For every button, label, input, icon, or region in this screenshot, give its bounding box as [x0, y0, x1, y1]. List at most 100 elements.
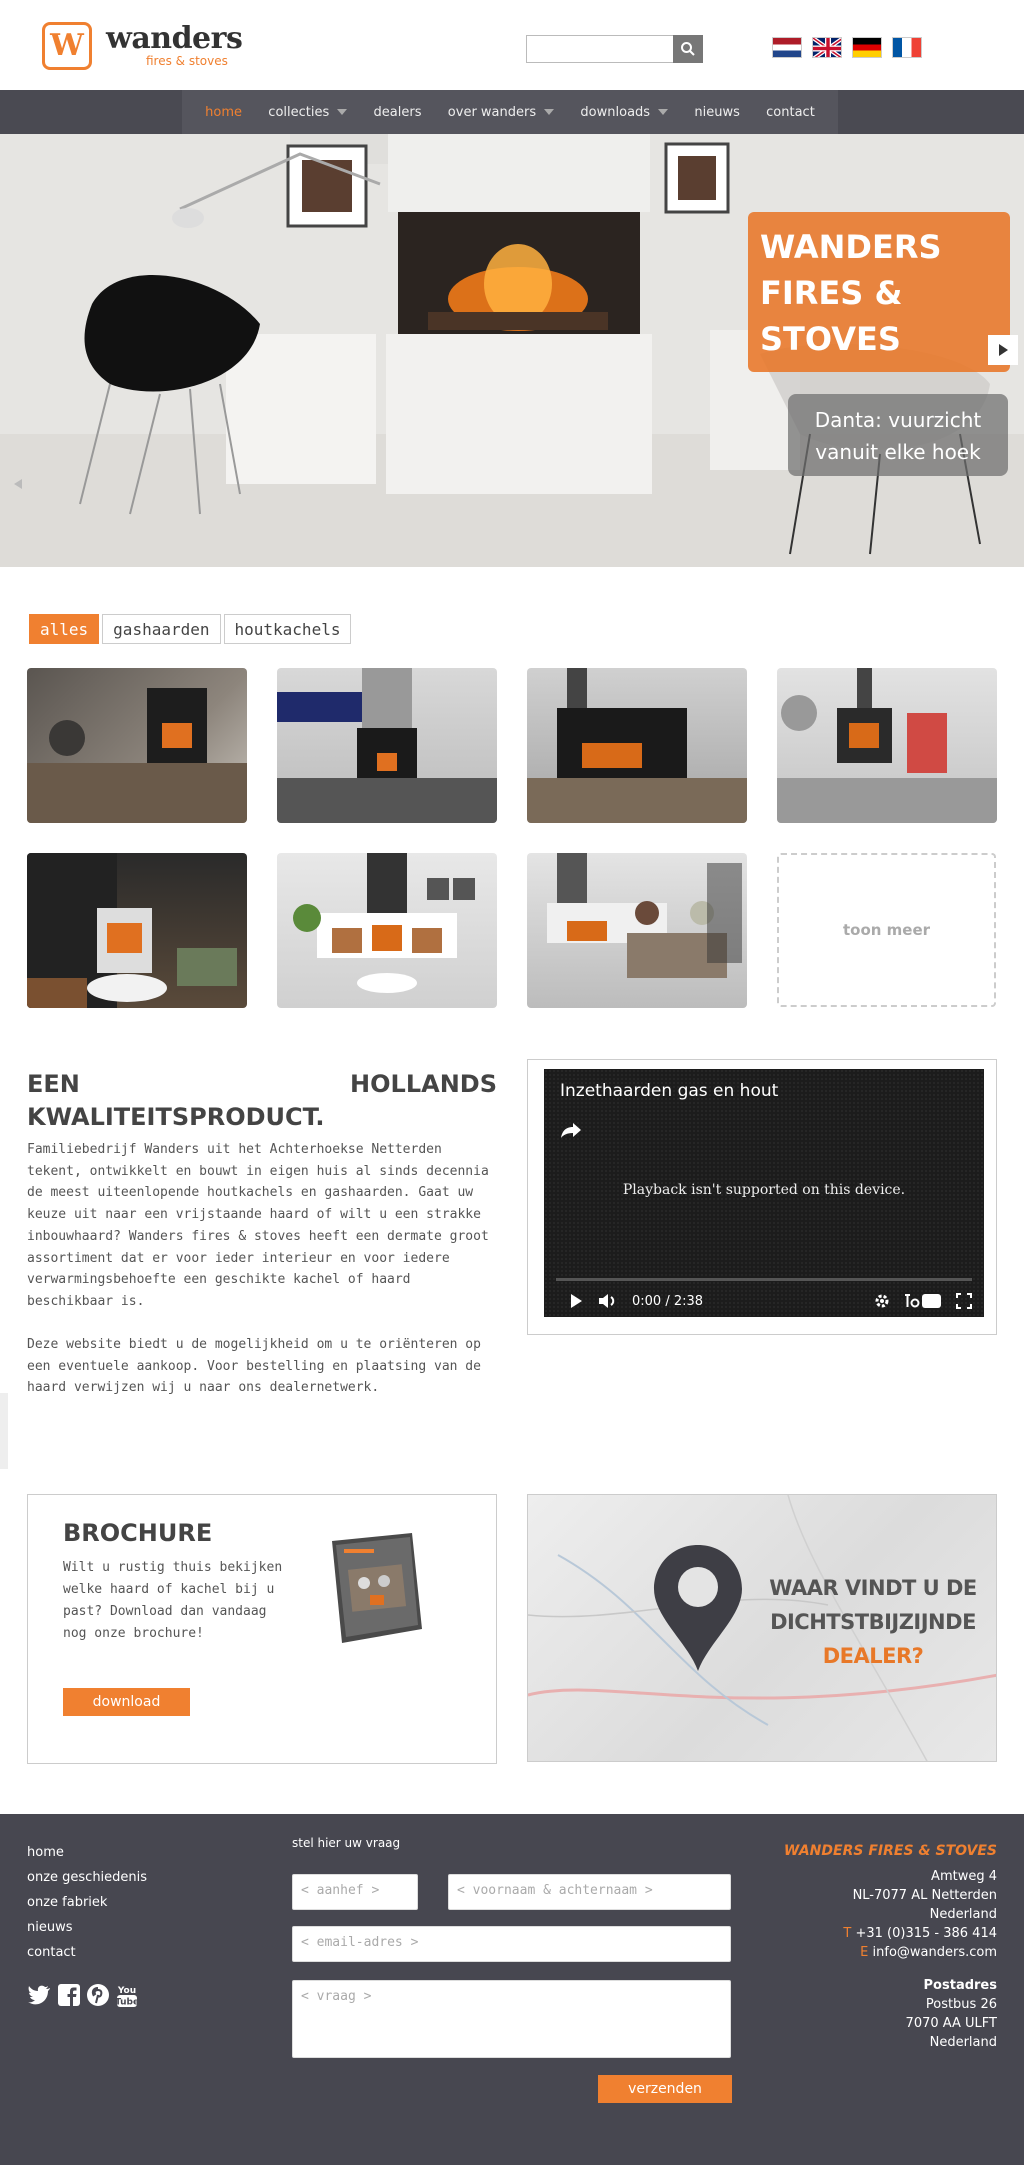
video-title: Inzethaarden gas en hout — [560, 1081, 779, 1101]
main-nav: home collecties dealers over wanders dow… — [0, 90, 1024, 134]
filter-houtkachels[interactable]: houtkachels — [223, 614, 352, 644]
product-tile[interactable] — [27, 853, 247, 1008]
nav-item-collecties[interactable]: collecties — [268, 104, 348, 120]
address-country: Nederland — [929, 1907, 997, 1922]
nav-label: collecties — [268, 104, 330, 120]
nav-item-dealers[interactable]: dealers — [374, 105, 422, 120]
filter-gashaarden[interactable]: gashaarden — [102, 614, 221, 644]
nav-label: over wanders — [447, 104, 537, 120]
name-field[interactable]: < voornaam & achternaam > — [448, 1874, 731, 1910]
nav-item-home[interactable]: home — [205, 105, 242, 120]
video-time: 0:00 / 2:38 — [632, 1293, 704, 1309]
youtube-icon[interactable]: You Tube — [116, 1984, 138, 2008]
share-icon[interactable] — [560, 1121, 582, 1139]
address-city: NL-7077 AL Netterden — [852, 1888, 997, 1903]
dealer-finder-banner[interactable]: WAAR VINDT U DE DICHTSTBIJZIJNDE DEALER? — [527, 1494, 997, 1762]
email-address[interactable]: info@wanders.com — [873, 1945, 997, 1960]
nav-label: dealers — [373, 104, 422, 120]
dealer-line: DEALER? — [822, 1644, 924, 1668]
nav-item-contact[interactable]: contact — [766, 105, 815, 120]
dealer-cta-text: WAAR VINDT U DE DICHTSTBIJZIJNDE DEALER? — [763, 1571, 983, 1673]
nav-label: nieuws — [694, 104, 740, 120]
svg-text:Tube: Tube — [116, 1998, 138, 2008]
phone-number[interactable]: +31 (0)315 - 386 414 — [855, 1926, 997, 1941]
footer-link-home[interactable]: home — [27, 1840, 147, 1865]
product-tile[interactable] — [527, 668, 747, 823]
flag-de-icon[interactable] — [852, 37, 882, 58]
salutation-select[interactable]: < aanhef > — [292, 1874, 418, 1910]
phone-prefix: T — [843, 1926, 852, 1941]
product-tile[interactable] — [277, 853, 497, 1008]
side-tab[interactable] — [0, 1393, 8, 1469]
question-textarea[interactable]: < vraag > — [292, 1980, 731, 2058]
hero-subtitle: Danta: vuurzicht vanuit elke hoek — [788, 394, 1008, 476]
brochure-title: BROCHURE — [63, 1519, 213, 1547]
product-tile[interactable] — [27, 668, 247, 823]
caret-down-icon — [658, 109, 669, 115]
youtube-logo-icon[interactable] — [904, 1293, 942, 1309]
footer-link-geschiedenis[interactable]: onze geschiedenis — [27, 1865, 147, 1890]
hero-title-line: WANDERS — [760, 228, 942, 266]
postal-title: Postadres — [923, 1978, 997, 1993]
email-field[interactable]: < email-adres > — [292, 1926, 731, 1962]
flag-fr-icon[interactable] — [892, 37, 922, 58]
site-logo[interactable]: W wanders fires & stoves — [42, 21, 243, 70]
flag-nl-icon[interactable] — [772, 37, 802, 58]
contact-form-title: stel hier uw vraag — [292, 1836, 401, 1850]
email-line: E info@wanders.com — [784, 1943, 997, 1962]
intro-paragraph: Familiebedrijf Wanders uit het Achterhoe… — [27, 1142, 489, 1309]
search-input[interactable] — [526, 35, 674, 63]
twitter-icon[interactable] — [27, 1984, 51, 2006]
caret-down-icon — [337, 109, 348, 115]
map-pin-icon — [654, 1545, 742, 1671]
postal-country: Nederland — [929, 2035, 997, 2050]
logo-tagline: fires & stoves — [146, 54, 228, 68]
slider-prev-button[interactable] — [14, 479, 22, 489]
nav-label: home — [205, 104, 242, 120]
settings-gear-icon[interactable] — [874, 1293, 890, 1309]
caret-down-icon — [544, 109, 555, 115]
product-tile[interactable] — [777, 668, 997, 823]
volume-icon[interactable] — [598, 1293, 618, 1309]
footer-link-contact[interactable]: contact — [27, 1940, 147, 1965]
submit-button[interactable]: verzenden — [598, 2075, 732, 2103]
svg-text:You: You — [117, 1986, 136, 1996]
nav-item-downloads[interactable]: downloads — [580, 105, 669, 120]
slider-next-button[interactable] — [988, 335, 1018, 365]
search-button[interactable] — [673, 35, 703, 63]
logo-name: wanders — [106, 21, 243, 56]
dealer-line: DICHTSTBIJZIJNDE — [770, 1610, 976, 1634]
site-footer: home onze geschiedenis onze fabriek nieu… — [0, 1814, 1024, 2165]
facebook-icon[interactable] — [58, 1984, 80, 2006]
video-message: Playback isn't supported on this device. — [622, 1182, 906, 1198]
intro-paragraph: Deze website biedt u de mogelijkheid om … — [27, 1337, 481, 1396]
video-progress-bar[interactable] — [556, 1278, 972, 1281]
video-player[interactable]: Inzethaarden gas en hout Playback isn't … — [544, 1069, 984, 1317]
social-links: You Tube — [27, 1984, 138, 2008]
product-tile[interactable] — [527, 853, 747, 1008]
show-more-button[interactable]: toon meer — [777, 853, 996, 1007]
nav-item-nieuws[interactable]: nieuws — [694, 105, 740, 120]
video-embed: Inzethaarden gas en hout Playback isn't … — [527, 1059, 997, 1335]
product-tile[interactable] — [277, 668, 497, 823]
pinterest-icon[interactable] — [87, 1984, 109, 2006]
language-switcher — [772, 37, 922, 58]
hero-title: WANDERS FIRES & STOVES — [748, 212, 1010, 372]
nav-item-over-wanders[interactable]: over wanders — [447, 104, 555, 120]
hero-slider: WANDERS FIRES & STOVES Danta: vuurzicht … — [0, 134, 1024, 567]
footer-link-fabriek[interactable]: onze fabriek — [27, 1890, 147, 1915]
phone-line: T +31 (0)315 - 386 414 — [784, 1924, 997, 1943]
site-header: W wanders fires & stoves — [0, 0, 1024, 90]
logo-mark-icon: W — [42, 22, 92, 70]
postal-city: 7070 AA ULFT — [905, 2016, 997, 2031]
hero-title-line: FIRES & — [760, 274, 903, 312]
postal-box: Postbus 26 — [925, 1997, 997, 2012]
company-address: WANDERS FIRES & STOVES Amtweg 4 NL-7077 … — [784, 1842, 997, 2052]
footer-link-nieuws[interactable]: nieuws — [27, 1915, 147, 1940]
play-icon[interactable] — [568, 1293, 584, 1309]
flag-uk-icon[interactable] — [812, 37, 842, 58]
filter-alles[interactable]: alles — [29, 614, 100, 644]
product-filter-tabs: alles gashaarden houtkachels — [29, 614, 352, 644]
fullscreen-icon[interactable] — [956, 1293, 972, 1309]
download-button[interactable]: download — [63, 1688, 190, 1716]
